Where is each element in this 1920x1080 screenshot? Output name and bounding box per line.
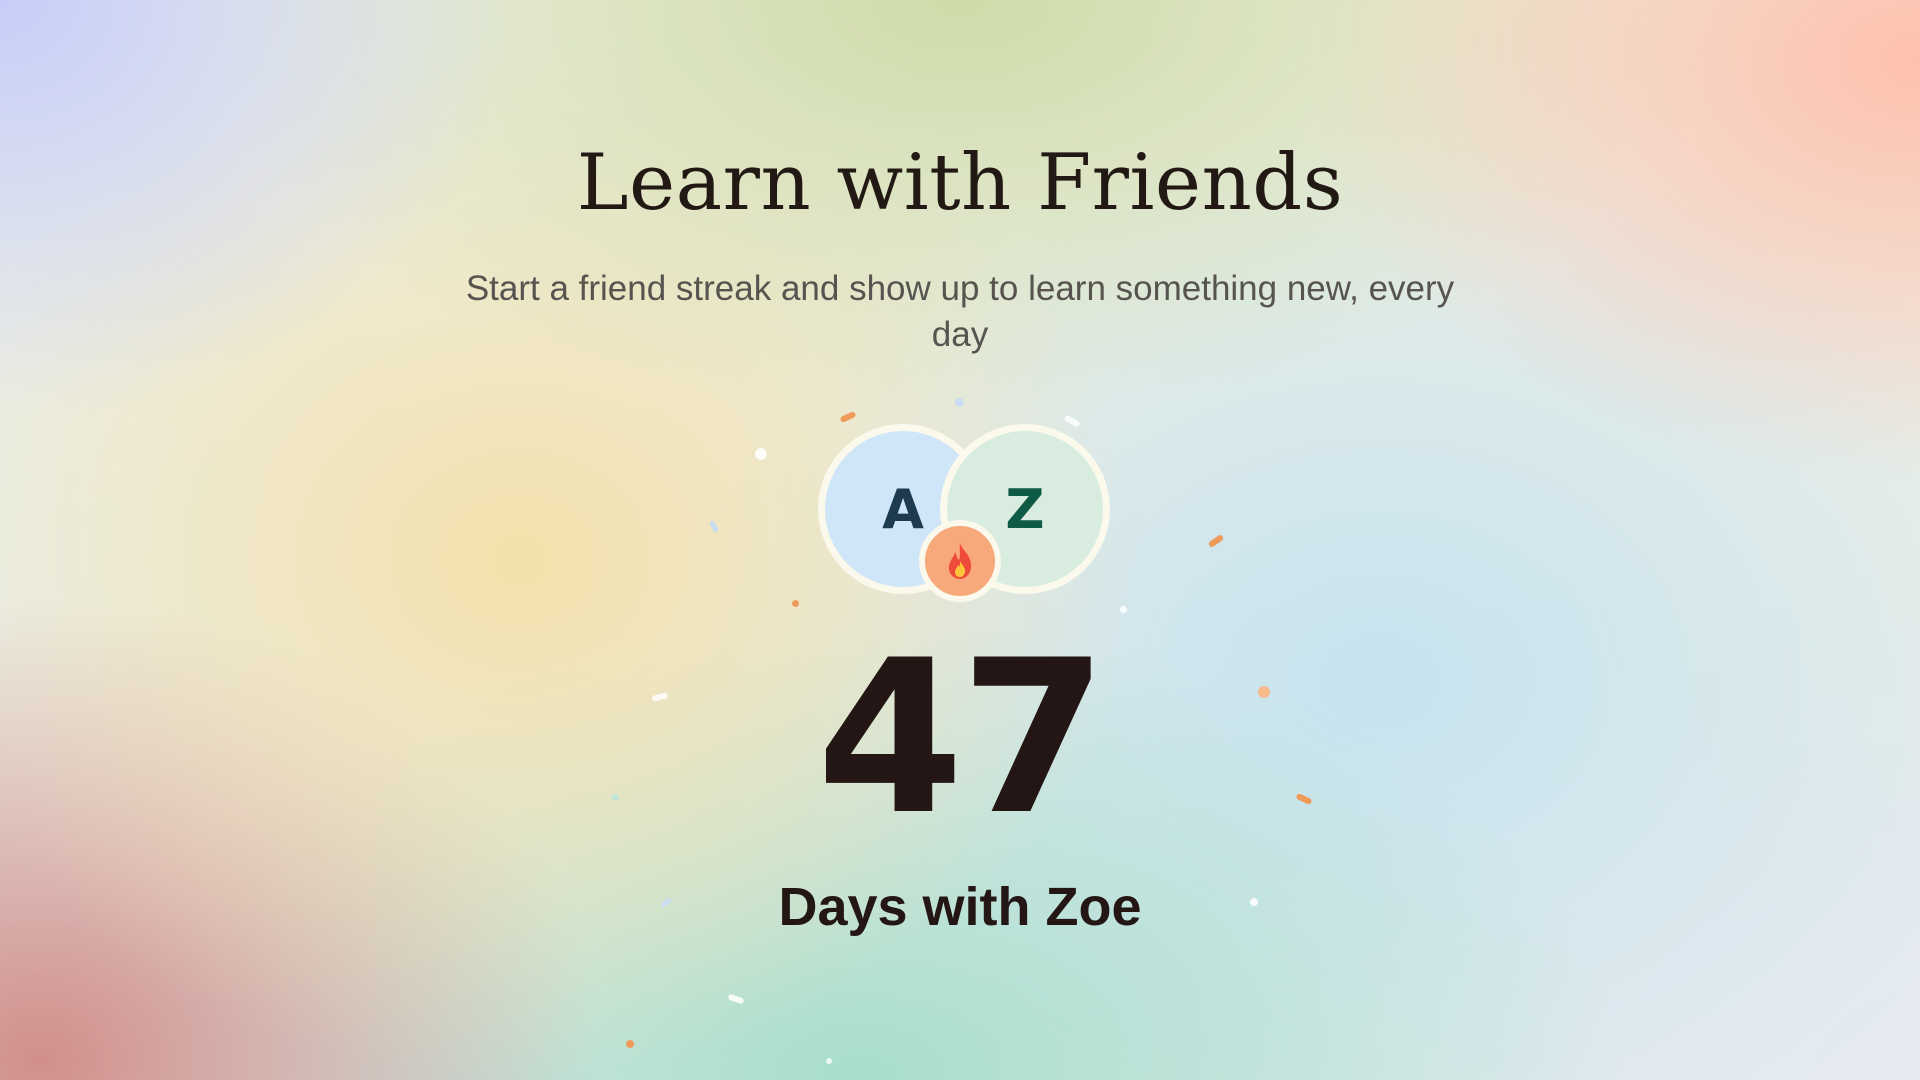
page-subtitle: Start a friend streak and show up to lea… bbox=[465, 269, 1455, 354]
page-title: Learn with Friends bbox=[576, 138, 1344, 228]
streak-count: 47 bbox=[816, 614, 1107, 861]
fire-icon bbox=[948, 543, 972, 579]
user-avatar-initial: A bbox=[882, 477, 924, 541]
streak-badge bbox=[919, 520, 1001, 602]
streak-label: Days with Zoe bbox=[778, 877, 1142, 937]
friend-streak-screen: Learn with Friends Start a friend streak… bbox=[0, 0, 1920, 1080]
friend-avatars: A Z bbox=[818, 424, 1110, 602]
friend-avatar-initial: Z bbox=[1005, 477, 1045, 541]
